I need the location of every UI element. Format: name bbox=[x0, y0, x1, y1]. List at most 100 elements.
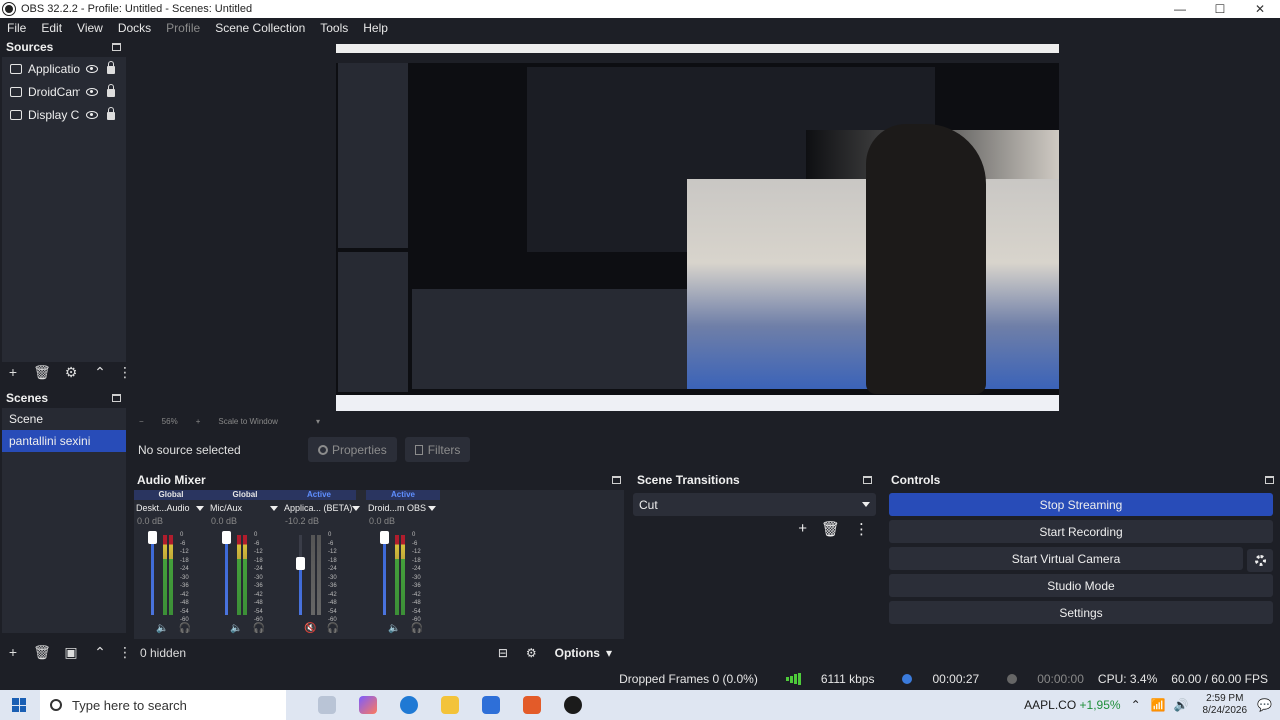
speaker-icon[interactable]: 🔈 bbox=[156, 623, 168, 634]
channel-db: 0.0 dB bbox=[369, 516, 396, 526]
edge-browser-icon[interactable] bbox=[400, 696, 418, 714]
volume-fader-knob[interactable] bbox=[380, 531, 389, 544]
network-icon[interactable]: 📶 bbox=[1151, 698, 1166, 712]
settings-button[interactable]: Settings bbox=[889, 601, 1273, 624]
vu-scale: 0 -6 -12 -18 -24 -30 -36 -42 -48 -54 -60 bbox=[328, 532, 337, 623]
filters-button[interactable]: Filters bbox=[404, 437, 471, 462]
undock-icon[interactable] bbox=[863, 476, 872, 484]
more-vertical-icon[interactable]: ⋮ bbox=[118, 644, 132, 661]
chevron-down-icon[interactable] bbox=[428, 505, 436, 511]
scale-dropdown-icon[interactable]: ▾ bbox=[316, 417, 320, 426]
start-recording-button[interactable]: Start Recording bbox=[889, 520, 1273, 543]
undock-icon[interactable] bbox=[112, 43, 121, 51]
source-item-application[interactable]: Applicatio bbox=[2, 57, 126, 80]
menu-view[interactable]: View bbox=[70, 21, 111, 35]
menu-help[interactable]: Help bbox=[356, 21, 396, 35]
advanced-audio-icon[interactable]: ⚙ bbox=[526, 646, 537, 660]
visibility-eye-icon[interactable] bbox=[86, 110, 98, 119]
minimize-button[interactable]: — bbox=[1160, 0, 1200, 18]
menu-file[interactable]: File bbox=[0, 21, 34, 35]
volume-fader-knob[interactable] bbox=[222, 531, 231, 544]
channel-name[interactable]: Mic/Aux bbox=[208, 500, 282, 516]
lock-icon[interactable] bbox=[107, 84, 115, 97]
properties-button[interactable]: Properties bbox=[308, 437, 397, 462]
muted-speaker-icon[interactable]: 🔇 bbox=[304, 623, 316, 634]
studio-mode-button[interactable]: Studio Mode bbox=[889, 574, 1273, 597]
taskbar-clock[interactable]: 2:59 PM 8/24/2026 bbox=[1203, 693, 1248, 717]
scale-mode[interactable]: Scale to Window bbox=[218, 417, 278, 426]
stop-streaming-button[interactable]: Stop Streaming bbox=[889, 493, 1273, 516]
undock-icon[interactable] bbox=[612, 476, 621, 484]
chevron-down-icon[interactable] bbox=[352, 505, 361, 511]
close-button[interactable]: ✕ bbox=[1240, 0, 1280, 18]
speaker-icon[interactable]: 🔈 bbox=[230, 623, 242, 634]
notification-icon[interactable]: 💬 bbox=[1257, 698, 1272, 712]
headphones-icon[interactable]: 🎧 bbox=[326, 623, 338, 634]
task-view-icon[interactable] bbox=[318, 696, 336, 714]
more-vertical-icon[interactable]: ⋮ bbox=[854, 520, 869, 538]
mail-icon[interactable] bbox=[482, 696, 500, 714]
scene-item[interactable]: Scene bbox=[2, 408, 126, 430]
taskbar-search-box[interactable]: Type here to search bbox=[40, 690, 286, 720]
undock-icon[interactable] bbox=[112, 394, 121, 402]
preview-canvas[interactable] bbox=[336, 44, 1059, 411]
scene-filters-icon[interactable]: ▣ bbox=[60, 644, 82, 661]
source-properties-gear-icon[interactable]: ⚙ bbox=[60, 364, 82, 381]
chevron-down-icon[interactable] bbox=[196, 505, 204, 511]
preview-area[interactable]: − 56% + Scale to Window ▾ bbox=[131, 37, 1280, 434]
more-vertical-icon[interactable]: ⋮ bbox=[118, 364, 132, 381]
channel-name[interactable]: Droid...m OBS bbox=[366, 500, 440, 516]
windows-start-icon[interactable] bbox=[12, 698, 26, 712]
source-item-display-capture[interactable]: Display C bbox=[2, 103, 126, 126]
mixer-channels: Global Deskt...Audio 0.0 dB 0 -6 -12 -18 -24… bbox=[134, 490, 624, 639]
menu-tools[interactable]: Tools bbox=[313, 21, 356, 35]
file-explorer-icon[interactable] bbox=[441, 696, 459, 714]
add-scene-icon[interactable]: + bbox=[2, 644, 24, 660]
headphones-icon[interactable]: 🎧 bbox=[178, 623, 190, 634]
menu-scene-collection[interactable]: Scene Collection bbox=[208, 21, 313, 35]
headphones-icon[interactable]: 🎧 bbox=[252, 623, 264, 634]
headphones-icon[interactable]: 🎧 bbox=[410, 623, 422, 634]
transition-select[interactable]: Cut bbox=[633, 493, 876, 516]
tray-chevron-icon[interactable]: ⌃ bbox=[1131, 698, 1141, 712]
move-up-icon[interactable]: ⌃ bbox=[89, 364, 111, 381]
lock-icon[interactable] bbox=[107, 61, 115, 74]
menu-docks[interactable]: Docks bbox=[111, 21, 159, 35]
scene-item-selected[interactable]: pantallini sexini bbox=[2, 430, 126, 452]
volume-fader-knob[interactable] bbox=[296, 557, 305, 570]
volume-fader-track[interactable] bbox=[383, 535, 386, 615]
speaker-icon[interactable]: 🔈 bbox=[388, 623, 400, 634]
volume-fader-track[interactable] bbox=[151, 535, 154, 615]
volume-fader-track[interactable] bbox=[299, 535, 302, 615]
lock-icon[interactable] bbox=[107, 107, 115, 120]
visibility-eye-icon[interactable] bbox=[86, 87, 98, 96]
virtual-camera-settings-button[interactable] bbox=[1247, 549, 1273, 572]
visibility-eye-icon[interactable] bbox=[86, 64, 98, 73]
stock-ticker[interactable]: AAPL.CO +1,95% bbox=[1024, 698, 1120, 712]
add-source-icon[interactable]: + bbox=[2, 364, 24, 380]
volume-fader-knob[interactable] bbox=[148, 531, 157, 544]
remove-scene-icon[interactable]: 🗑 bbox=[31, 644, 53, 661]
move-up-icon[interactable]: ⌃ bbox=[89, 644, 111, 661]
maximize-button[interactable]: ☐ bbox=[1200, 0, 1240, 18]
volume-fader-track[interactable] bbox=[225, 535, 228, 615]
zoom-out-icon[interactable]: − bbox=[139, 417, 144, 426]
obs-taskbar-icon[interactable] bbox=[564, 696, 582, 714]
start-virtual-camera-button[interactable]: Start Virtual Camera bbox=[889, 547, 1243, 570]
chevron-down-icon[interactable] bbox=[270, 505, 278, 511]
add-transition-icon[interactable]: + bbox=[798, 520, 807, 538]
volume-icon[interactable]: 🔊 bbox=[1174, 698, 1189, 712]
layout-toggle-icon[interactable]: ⊟ bbox=[498, 646, 508, 660]
source-item-droidcam[interactable]: DroidCam bbox=[2, 80, 126, 103]
copilot-icon[interactable] bbox=[359, 696, 377, 714]
undock-icon[interactable] bbox=[1265, 476, 1274, 484]
remove-transition-icon[interactable]: 🗑 bbox=[821, 520, 840, 538]
channel-name[interactable]: Applica... (BETA) bbox=[282, 500, 361, 516]
brave-browser-icon[interactable] bbox=[523, 696, 541, 714]
signal-bars-icon bbox=[785, 673, 801, 685]
zoom-in-icon[interactable]: + bbox=[196, 417, 201, 426]
channel-name[interactable]: Deskt...Audio bbox=[134, 500, 208, 516]
menu-edit[interactable]: Edit bbox=[34, 21, 70, 35]
options-button[interactable]: Options ▾ bbox=[555, 646, 612, 660]
remove-source-icon[interactable]: 🗑 bbox=[31, 364, 53, 381]
